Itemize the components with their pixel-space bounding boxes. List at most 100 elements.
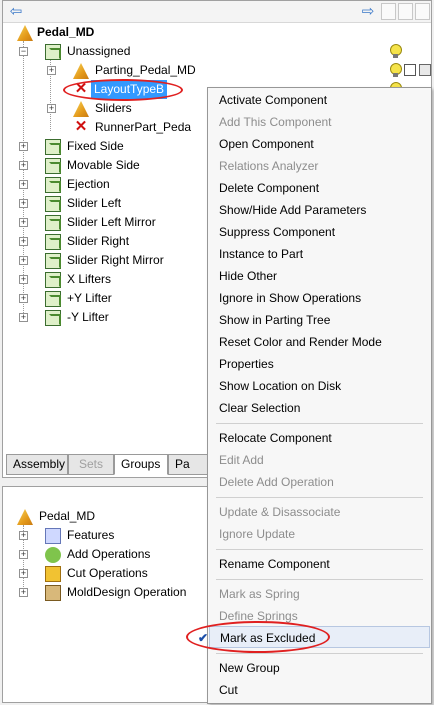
group-icon (45, 234, 61, 250)
tree-root-label: Pedal_MD (37, 25, 95, 39)
menu-show-location-on-disk[interactable]: Show Location on Disk (209, 375, 430, 397)
tree-item-label: Parting_Pedal_MD (95, 63, 196, 77)
ops-tree-label: Cut Operations (67, 566, 148, 580)
tab-assembly[interactable]: Assembly (6, 454, 68, 475)
tree-item-label: -Y Lifter (67, 310, 109, 324)
menu-update-disassociate[interactable]: Update & Disassociate (209, 501, 430, 523)
assembly-icon (73, 63, 89, 79)
lightbulb-icon[interactable] (389, 44, 402, 59)
menu-mark-as-spring[interactable]: Mark as Spring (209, 583, 430, 605)
menu-new-group[interactable]: New Group (209, 657, 430, 679)
menu-hide-other[interactable]: Hide Other (209, 265, 430, 287)
features-icon (45, 528, 61, 544)
tree-item-label: Unassigned (67, 44, 131, 58)
collapse-icon[interactable]: − (19, 47, 28, 56)
tree-item-label: Movable Side (67, 158, 140, 172)
tree-item-label: Ejection (67, 177, 110, 191)
expand-icon[interactable]: + (19, 237, 28, 246)
ops-tree-label: Features (67, 528, 115, 542)
group-icon (45, 177, 61, 193)
expand-icon[interactable]: + (19, 142, 28, 151)
add-operations-icon (45, 547, 61, 563)
expand-icon[interactable]: + (19, 569, 28, 578)
menu-separator (216, 579, 423, 580)
menu-delete-component[interactable]: Delete Component (209, 177, 430, 199)
tree-item-label: Sliders (95, 101, 132, 115)
assembly-icon (17, 509, 33, 525)
menu-activate-component[interactable]: Activate Component (209, 89, 430, 111)
expand-icon[interactable]: + (19, 199, 28, 208)
expand-icon[interactable]: + (19, 550, 28, 559)
ops-tree-label: MoldDesign Operation (67, 585, 187, 599)
group-icon (45, 196, 61, 212)
forward-arrow-icon[interactable]: ⇨ (359, 4, 377, 20)
expand-icon[interactable]: + (19, 294, 28, 303)
menu-reset-color-render-mode[interactable]: Reset Color and Render Mode (209, 331, 430, 353)
group-icon (45, 272, 61, 288)
menu-separator (216, 497, 423, 498)
expand-icon[interactable]: + (47, 66, 56, 75)
ops-tree-root-label: Pedal_MD (39, 509, 96, 523)
cut-operations-icon (45, 566, 61, 582)
expand-icon[interactable]: + (19, 218, 28, 227)
expand-icon[interactable]: + (19, 256, 28, 265)
tree-item-label: +Y Lifter (67, 291, 112, 305)
ops-tree-label: Add Operations (67, 547, 151, 561)
context-menu: Activate Component Add This Component Op… (198, 87, 432, 704)
annotation-oval (63, 79, 183, 101)
menu-separator (216, 653, 423, 654)
menu-show-in-parting-tree[interactable]: Show in Parting Tree (209, 309, 430, 331)
group-icon (45, 310, 61, 326)
annotation-oval (186, 621, 330, 653)
menu-add-this-component[interactable]: Add This Component (209, 111, 430, 133)
expand-icon[interactable]: + (19, 161, 28, 170)
menu-rename-component[interactable]: Rename Component (209, 553, 430, 575)
toolbar-box-1[interactable] (381, 3, 396, 20)
menu-ignore-update[interactable]: Ignore Update (209, 523, 430, 545)
group-icon (45, 139, 61, 155)
menu-cut[interactable]: Cut (209, 679, 430, 701)
expand-icon[interactable]: + (19, 531, 28, 540)
tab-groups[interactable]: Groups (114, 454, 168, 475)
expand-icon[interactable]: + (19, 313, 28, 322)
excluded-cross-icon: ✕ (74, 118, 88, 135)
molddesign-operations-icon (45, 585, 61, 601)
tree-item-label: Slider Left (67, 196, 122, 210)
tree-toolbar: ⇦ ⇨ (3, 1, 431, 23)
tab-partial[interactable]: Pa (168, 454, 208, 475)
toolbar-box-3[interactable] (415, 3, 430, 20)
toolbar-box-2[interactable] (398, 3, 413, 20)
menu-clear-selection[interactable]: Clear Selection (209, 397, 430, 419)
expand-icon[interactable]: + (19, 180, 28, 189)
menu-open-component[interactable]: Open Component (209, 133, 430, 155)
expand-icon[interactable]: + (19, 275, 28, 284)
tree-item-label: Slider Right Mirror (67, 253, 164, 267)
menu-edit-add[interactable]: Edit Add (209, 449, 430, 471)
menu-properties[interactable]: Properties (209, 353, 430, 375)
menu-instance-to-part[interactable]: Instance to Part (209, 243, 430, 265)
expand-icon[interactable]: + (47, 104, 56, 113)
menu-ignore-in-show-operations[interactable]: Ignore in Show Operations (209, 287, 430, 309)
group-icon (45, 44, 61, 60)
tree-item-label: Fixed Side (67, 139, 124, 153)
group-icon (45, 291, 61, 307)
menu-relocate-component[interactable]: Relocate Component (209, 427, 430, 449)
group-icon (45, 158, 61, 174)
expand-icon[interactable]: + (19, 588, 28, 597)
menu-delete-add-operation[interactable]: Delete Add Operation (209, 471, 430, 493)
back-arrow-icon[interactable]: ⇦ (7, 4, 25, 20)
tree-item-label: Slider Right (67, 234, 130, 248)
group-icon (45, 253, 61, 269)
menu-separator (216, 549, 423, 550)
tree-item-label: Slider Left Mirror (67, 215, 156, 229)
lightbulb-icon[interactable] (389, 63, 402, 78)
menu-suppress-component[interactable]: Suppress Component (209, 221, 430, 243)
menu-separator (216, 423, 423, 424)
menu-relations-analyzer[interactable]: Relations Analyzer (209, 155, 430, 177)
tab-sets[interactable]: Sets (68, 454, 114, 475)
cube-icon[interactable] (419, 64, 431, 76)
assembly-icon (17, 25, 33, 41)
group-icon (45, 215, 61, 231)
visibility-box[interactable] (404, 64, 416, 76)
menu-show-hide-add-parameters[interactable]: Show/Hide Add Parameters (209, 199, 430, 221)
